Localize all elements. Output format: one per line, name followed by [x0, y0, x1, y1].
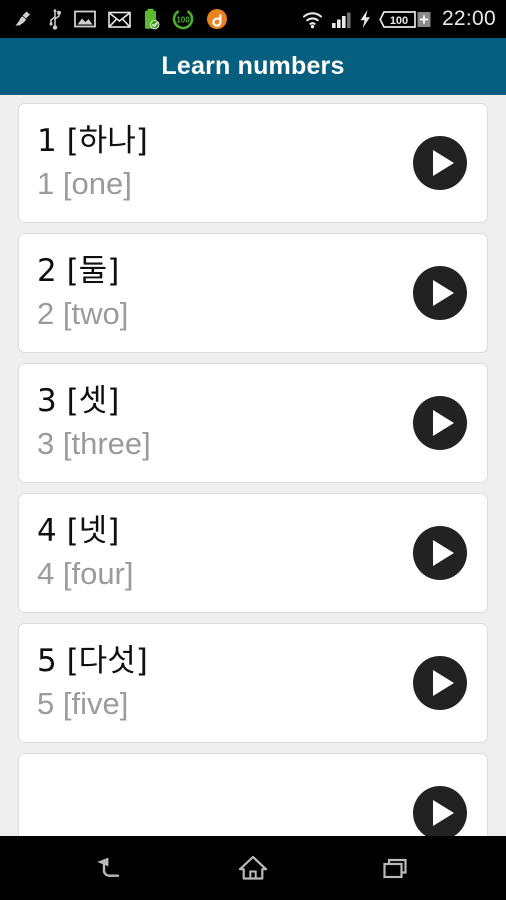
- page-title: Learn numbers: [161, 52, 345, 80]
- list-item-korean: 4 [넷]: [37, 513, 120, 550]
- phone-screen: 100 100 22:00 Learn numbers 1 [하나] 1 [on…: [0, 0, 506, 900]
- list-item-english: 4 [four]: [37, 556, 134, 591]
- status-bar-right-icons: 100 22:00: [301, 7, 496, 31]
- recents-button[interactable]: [357, 836, 433, 900]
- battery-full-check-icon: [145, 8, 160, 30]
- broom-cleaner-icon: [15, 11, 30, 26]
- status-bar: 100 100 22:00: [0, 0, 506, 38]
- list-item-english: 2 [two]: [37, 296, 129, 331]
- home-button[interactable]: [215, 836, 291, 900]
- list-item[interactable]: 5 [다섯] 5 [five]: [18, 623, 488, 743]
- cellular-signal-icon: [331, 12, 351, 28]
- back-button[interactable]: [73, 836, 149, 900]
- app-title-bar: Learn numbers: [0, 38, 506, 95]
- play-triangle-icon: [432, 540, 454, 566]
- back-arrow-icon: [97, 857, 120, 877]
- list-item-texts: [37, 810, 413, 816]
- usb-icon: [49, 8, 61, 30]
- list-item-korean: 1 [하나]: [37, 123, 148, 160]
- play-triangle-icon: [432, 150, 454, 176]
- status-bar-left-icons: 100: [14, 8, 301, 30]
- photo-icon: [74, 10, 96, 28]
- list-item-korean: 2 [둘]: [37, 253, 120, 290]
- play-icon[interactable]: [413, 786, 467, 840]
- play-icon[interactable]: [413, 136, 467, 190]
- list-item-texts: 1 [하나] 1 [one]: [37, 123, 413, 202]
- wifi-icon: [302, 11, 322, 28]
- list-item[interactable]: 2 [둘] 2 [two]: [18, 233, 488, 353]
- list-item-texts: 3 [셋] 3 [three]: [37, 383, 413, 462]
- android-navigation-bar: [0, 836, 506, 900]
- battery-level-icon: 100: [379, 10, 431, 28]
- list-item[interactable]: 1 [하나] 1 [one]: [18, 103, 488, 223]
- list-item-texts: 5 [다섯] 5 [five]: [37, 643, 413, 722]
- charging-bolt-icon: [360, 9, 370, 29]
- play-icon[interactable]: [413, 526, 467, 580]
- play-icon[interactable]: [413, 656, 467, 710]
- play-triangle-icon: [432, 670, 454, 696]
- list-item[interactable]: 3 [셋] 3 [three]: [18, 363, 488, 483]
- recents-icon: [383, 858, 407, 879]
- svg-text:100: 100: [390, 15, 408, 27]
- list-item-english: 1 [one]: [37, 166, 132, 201]
- list-item-texts: 4 [넷] 4 [four]: [37, 513, 413, 592]
- play-triangle-icon: [432, 410, 454, 436]
- list-item-korean: 5 [다섯]: [37, 643, 148, 680]
- list-item-texts: 2 [둘] 2 [two]: [37, 253, 413, 332]
- list-item-english: 3 [three]: [37, 426, 151, 461]
- battery-percent-circle-icon: 100: [172, 8, 194, 30]
- play-icon[interactable]: [413, 396, 467, 450]
- numbers-list[interactable]: 1 [하나] 1 [one] 2 [둘] 2 [two] 3 [셋] 3 [th…: [0, 95, 506, 900]
- list-item-korean: 3 [셋]: [37, 383, 120, 420]
- home-icon: [238, 855, 268, 880]
- status-bar-clock: 22:00: [441, 7, 496, 30]
- list-item-english: 5 [five]: [37, 686, 129, 721]
- play-triangle-icon: [432, 800, 454, 826]
- mail-icon: [108, 11, 131, 28]
- play-icon[interactable]: [413, 266, 467, 320]
- play-triangle-icon: [432, 280, 454, 306]
- svg-text:100: 100: [176, 15, 190, 24]
- app-update-icon: [207, 9, 227, 29]
- list-item[interactable]: 4 [넷] 4 [four]: [18, 493, 488, 613]
